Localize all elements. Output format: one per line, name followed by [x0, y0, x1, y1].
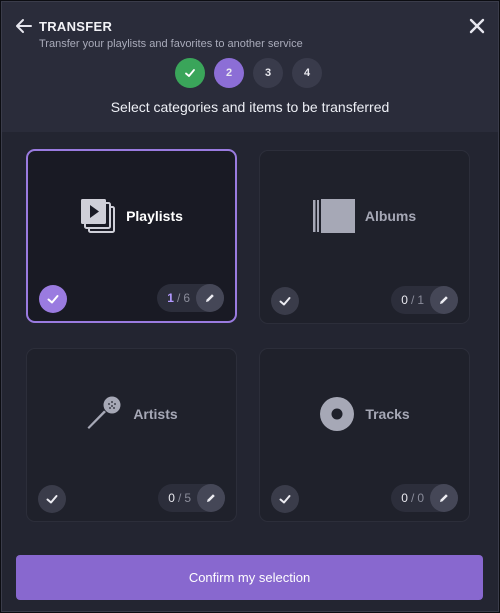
category-card-tracks[interactable]: Tracks 0 / 0 [259, 348, 470, 522]
category-card-artists[interactable]: Artists 0 / 5 [26, 348, 237, 522]
playlists-icon [81, 199, 116, 233]
pencil-icon [440, 296, 448, 304]
select-toggle[interactable] [39, 285, 67, 313]
edit-button[interactable] [196, 284, 224, 312]
album-icon [312, 199, 355, 233]
edit-button[interactable] [197, 484, 225, 512]
edit-button[interactable] [430, 484, 458, 512]
select-toggle[interactable] [271, 287, 299, 315]
step-3[interactable]: 3 [253, 58, 283, 88]
disc-icon [320, 397, 355, 431]
pencil-icon [206, 294, 214, 302]
pencil-icon [440, 494, 448, 502]
back-arrow-icon[interactable] [14, 16, 34, 36]
card-label: Artists [133, 406, 178, 422]
card-label: Playlists [126, 208, 183, 224]
select-toggle[interactable] [38, 485, 66, 513]
check-icon [279, 495, 291, 504]
item-count: 1 / 6 [157, 284, 224, 312]
card-content: Artists [27, 349, 236, 479]
edit-button[interactable] [430, 286, 458, 314]
card-label: Albums [364, 208, 417, 224]
dialog-subtitle: Transfer your playlists and favorites to… [39, 38, 303, 50]
step-4[interactable]: 4 [292, 58, 322, 88]
check-icon [46, 495, 58, 504]
step-2[interactable]: 2 [214, 58, 244, 88]
selected-count: 0 [168, 491, 175, 505]
count-separator: / [177, 491, 182, 505]
total-count: 0 [417, 491, 424, 505]
transfer-dialog: TRANSFER Transfer your playlists and fav… [1, 1, 499, 612]
selected-count: 1 [167, 291, 174, 305]
item-count: 0 / 1 [391, 286, 458, 314]
check-icon [47, 295, 59, 304]
count-separator: / [176, 291, 181, 305]
check-icon [279, 297, 291, 306]
confirm-selection-button[interactable]: Confirm my selection [16, 555, 483, 600]
total-count: 6 [183, 291, 190, 305]
stepper: 2 3 4 [175, 58, 322, 88]
pencil-icon [207, 494, 215, 502]
close-icon[interactable] [469, 18, 485, 34]
dialog-title: TRANSFER [39, 19, 113, 34]
card-content: Playlists [28, 151, 235, 281]
selected-count: 0 [401, 293, 408, 307]
card-content: Tracks [260, 349, 469, 479]
category-card-albums[interactable]: Albums 0 / 1 [259, 150, 470, 324]
count-separator: / [410, 293, 415, 307]
microphone-icon [87, 396, 121, 429]
select-toggle[interactable] [271, 485, 299, 513]
total-count: 1 [417, 293, 424, 307]
category-card-playlists[interactable]: Playlists 1 / 6 [26, 149, 237, 323]
dialog-header: TRANSFER Transfer your playlists and fav… [2, 2, 498, 132]
card-content: Albums [260, 151, 469, 281]
check-icon [185, 69, 195, 77]
card-label: Tracks [365, 406, 410, 422]
instruction-text: Select categories and items to be transf… [110, 99, 390, 115]
total-count: 5 [184, 491, 191, 505]
step-1[interactable] [175, 58, 205, 88]
item-count: 0 / 5 [158, 484, 225, 512]
item-count: 0 / 0 [391, 484, 458, 512]
count-separator: / [410, 491, 415, 505]
selected-count: 0 [401, 491, 408, 505]
